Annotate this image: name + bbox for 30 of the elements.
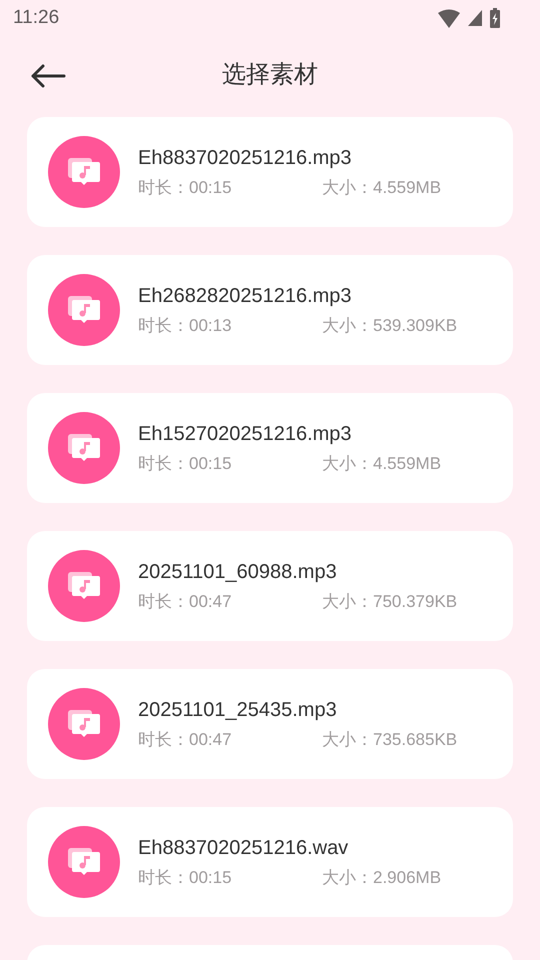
signal-icon bbox=[468, 10, 482, 26]
file-size: 大小：735.685KB bbox=[322, 730, 458, 750]
file-duration: 时长：00:13 bbox=[138, 316, 233, 336]
file-size: 大小：4.559MB bbox=[322, 454, 442, 474]
file-name: Eh8837020251216.mp3 bbox=[138, 146, 353, 170]
file-card[interactable]: 20251101_60988.mp3 时长：00:47 大小：750.379KB bbox=[27, 531, 513, 641]
file-duration: 时长：00:15 bbox=[138, 454, 233, 474]
file-name: 20251101_60988.mp3 bbox=[138, 560, 338, 584]
file-duration: 时长：00:15 bbox=[138, 178, 233, 198]
file-size: 大小：4.559MB bbox=[322, 178, 442, 198]
file-name: Eh1527020251216.mp3 bbox=[138, 422, 353, 446]
file-name: Eh2682820251216.mp3 bbox=[138, 284, 353, 308]
file-duration: 时长：00:47 bbox=[138, 592, 233, 612]
status-time: 11:26 bbox=[13, 6, 60, 30]
file-name: 20251101_25435.mp3 bbox=[138, 698, 338, 722]
file-card[interactable]: Eh8837020251216.mp3 时长：00:15 大小：4.559MB bbox=[27, 117, 513, 227]
file-size: 大小：750.379KB bbox=[322, 592, 458, 612]
file-card[interactable]: 20251101_25435.mp3 时长：00:47 大小：735.685KB bbox=[27, 669, 513, 779]
file-size: 大小：539.309KB bbox=[322, 316, 458, 336]
file-duration: 时长：00:47 bbox=[138, 730, 233, 750]
wifi-icon bbox=[438, 8, 460, 28]
file-name: Eh8837020251216.wav bbox=[138, 836, 350, 860]
file-card[interactable]: Eh8837020251216.wav 时长：00:15 大小：2.906MB bbox=[27, 807, 513, 917]
file-duration: 时长：00:15 bbox=[138, 868, 233, 888]
file-size: 大小：2.906MB bbox=[322, 868, 442, 888]
back-arrow-icon bbox=[30, 64, 66, 88]
file-card[interactable]: Eh1527020251216.mp3 时长：00:15 大小：4.559MB bbox=[27, 393, 513, 503]
battery-icon bbox=[490, 8, 500, 28]
page-title: 选择素材 bbox=[222, 60, 318, 90]
file-card[interactable]: Eh2682820251216.mp3 时长：00:13 大小：539.309KB bbox=[27, 255, 513, 365]
